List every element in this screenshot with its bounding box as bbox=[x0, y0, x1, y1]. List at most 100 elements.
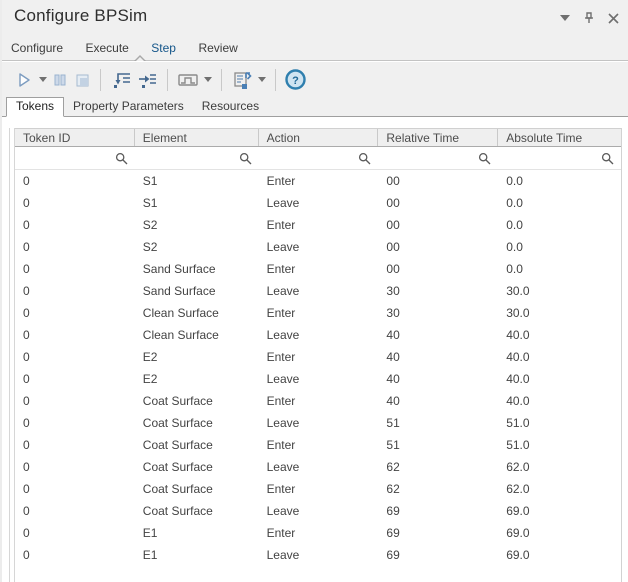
waveform-view-button[interactable] bbox=[175, 67, 201, 93]
step-into-icon bbox=[110, 70, 132, 90]
table-row[interactable]: 0E2Enter4040.0 bbox=[15, 346, 621, 368]
table-row[interactable]: 0Sand SurfaceEnter000.0 bbox=[15, 258, 621, 280]
titlebar: Configure BPSim bbox=[2, 0, 628, 36]
window-menu-button[interactable] bbox=[556, 9, 574, 27]
table-cell: Clean Surface bbox=[135, 324, 259, 346]
table-cell: Enter bbox=[259, 302, 379, 324]
menu-review[interactable]: Review bbox=[189, 36, 246, 60]
search-icon bbox=[239, 152, 252, 165]
table-cell: 0 bbox=[15, 236, 135, 258]
table-cell: 0 bbox=[15, 280, 135, 302]
table-cell: S1 bbox=[135, 192, 259, 214]
table-row[interactable]: 0Coat SurfaceEnter6262.0 bbox=[15, 478, 621, 500]
table-cell: 51.0 bbox=[498, 434, 621, 456]
table-cell: 00 bbox=[378, 170, 498, 192]
column-header-absolute-time[interactable]: Absolute Time bbox=[498, 129, 621, 146]
table-row[interactable]: 0Clean SurfaceLeave4040.0 bbox=[15, 324, 621, 346]
tab-resources[interactable]: Resources bbox=[193, 97, 268, 117]
table-cell: 40 bbox=[378, 368, 498, 390]
table-cell: 30 bbox=[378, 302, 498, 324]
table-row[interactable]: 0S1Enter000.0 bbox=[15, 170, 621, 192]
table-header-row: Token ID Element Action Relative Time Ab… bbox=[15, 128, 621, 147]
export-icon bbox=[231, 70, 253, 90]
menu-configure[interactable]: Configure bbox=[2, 36, 72, 60]
table-row[interactable]: 0S2Enter000.0 bbox=[15, 214, 621, 236]
help-button[interactable]: ? bbox=[283, 67, 308, 93]
column-filter-cell[interactable] bbox=[498, 147, 621, 169]
step-over-button[interactable] bbox=[134, 67, 160, 93]
column-header-element[interactable]: Element bbox=[135, 129, 259, 146]
table-cell: Enter bbox=[259, 390, 379, 412]
step-into-button[interactable] bbox=[108, 67, 134, 93]
table-cell: 30.0 bbox=[498, 280, 621, 302]
table-cell: Enter bbox=[259, 522, 379, 544]
table-cell: 40.0 bbox=[498, 368, 621, 390]
stop-simulation-button[interactable] bbox=[71, 67, 93, 93]
table-row[interactable]: 0E1Enter6969.0 bbox=[15, 522, 621, 544]
table-cell: 40.0 bbox=[498, 324, 621, 346]
table-cell: 0 bbox=[15, 214, 135, 236]
menubar: Configure Execute Step Review bbox=[2, 36, 628, 61]
table-cell: 0 bbox=[15, 170, 135, 192]
close-button[interactable] bbox=[604, 9, 622, 27]
column-filter-cell[interactable] bbox=[15, 147, 135, 169]
close-icon bbox=[608, 13, 619, 24]
table-cell: Coat Surface bbox=[135, 478, 259, 500]
search-icon bbox=[115, 152, 128, 165]
table-row[interactable]: 0Coat SurfaceLeave6969.0 bbox=[15, 500, 621, 522]
toolbar: ? bbox=[2, 62, 628, 97]
caret-down-icon bbox=[560, 15, 570, 21]
tab-tokens[interactable]: Tokens bbox=[6, 97, 64, 117]
caret-down-icon bbox=[258, 77, 266, 82]
table-cell: 62.0 bbox=[498, 478, 621, 500]
table-cell: Enter bbox=[259, 434, 379, 456]
table-cell: 62 bbox=[378, 456, 498, 478]
table-row[interactable]: 0E2Leave4040.0 bbox=[15, 368, 621, 390]
table-cell: 0 bbox=[15, 324, 135, 346]
caret-down-icon bbox=[204, 77, 212, 82]
run-simulation-button[interactable] bbox=[12, 67, 36, 93]
pin-icon bbox=[582, 11, 596, 25]
column-header-action[interactable]: Action bbox=[259, 129, 379, 146]
table-cell: Sand Surface bbox=[135, 280, 259, 302]
table-cell: E2 bbox=[135, 346, 259, 368]
table-row[interactable]: 0Clean SurfaceEnter3030.0 bbox=[15, 302, 621, 324]
table-row[interactable]: 0Coat SurfaceEnter4040.0 bbox=[15, 390, 621, 412]
table-row[interactable]: 0S2Leave000.0 bbox=[15, 236, 621, 258]
search-icon bbox=[358, 152, 371, 165]
table-cell: 0 bbox=[15, 192, 135, 214]
column-header-token-id[interactable]: Token ID bbox=[15, 129, 135, 146]
column-header-relative-time[interactable]: Relative Time bbox=[378, 129, 498, 146]
column-filter-cell[interactable] bbox=[378, 147, 498, 169]
table-cell: 00 bbox=[378, 214, 498, 236]
table-row[interactable]: 0Coat SurfaceLeave6262.0 bbox=[15, 456, 621, 478]
table-row[interactable]: 0Coat SurfaceEnter5151.0 bbox=[15, 434, 621, 456]
table-row[interactable]: 0E1Leave6969.0 bbox=[15, 544, 621, 566]
waveform-options-dropdown[interactable] bbox=[201, 77, 214, 82]
column-filter-cell[interactable] bbox=[259, 147, 379, 169]
table-cell: Enter bbox=[259, 170, 379, 192]
menu-execute[interactable]: Execute bbox=[76, 36, 137, 60]
table-row[interactable]: 0Sand SurfaceLeave3030.0 bbox=[15, 280, 621, 302]
table-cell: Leave bbox=[259, 412, 379, 434]
menu-step[interactable]: Step bbox=[142, 36, 185, 60]
table-cell: Leave bbox=[259, 192, 379, 214]
table-cell: Leave bbox=[259, 500, 379, 522]
table-cell: 0.0 bbox=[498, 192, 621, 214]
run-options-dropdown[interactable] bbox=[36, 77, 49, 82]
export-options-dropdown[interactable] bbox=[255, 77, 268, 82]
table-cell: Enter bbox=[259, 258, 379, 280]
tab-property-parameters[interactable]: Property Parameters bbox=[64, 97, 193, 117]
table-cell: 69 bbox=[378, 522, 498, 544]
configure-bpsim-window: Configure BPSim Configure Execute Step R… bbox=[0, 0, 628, 582]
column-filter-cell[interactable] bbox=[135, 147, 259, 169]
export-results-button[interactable] bbox=[229, 67, 255, 93]
table-cell: 69.0 bbox=[498, 544, 621, 566]
table-row[interactable]: 0S1Leave000.0 bbox=[15, 192, 621, 214]
table-cell: 00 bbox=[378, 192, 498, 214]
table-cell: 0 bbox=[15, 258, 135, 280]
auto-hide-button[interactable] bbox=[580, 9, 598, 27]
table-row[interactable]: 0Coat SurfaceLeave5151.0 bbox=[15, 412, 621, 434]
pause-simulation-button[interactable] bbox=[49, 67, 71, 93]
table-cell: E2 bbox=[135, 368, 259, 390]
